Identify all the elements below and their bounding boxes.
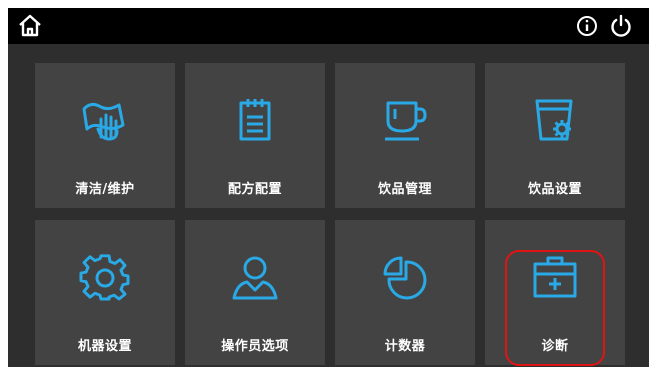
tile-label: 饮品管理 (377, 182, 432, 197)
tile-drink-management[interactable]: 饮品管理 (335, 63, 475, 208)
top-bar (8, 8, 649, 44)
info-icon[interactable] (574, 13, 600, 39)
power-icon[interactable] (608, 13, 634, 39)
tile-diagnostics[interactable]: 诊断 (485, 220, 625, 366)
tile-label: 操作员选项 (221, 339, 289, 354)
tile-drink-settings[interactable]: 饮品设置 (485, 63, 625, 208)
app-screen: 清洁/维护 配方配置 饮品管理 饮品设置 机器设置 操作员选项 计数器 诊断 (8, 8, 649, 367)
tile-machine-settings[interactable]: 机器设置 (35, 220, 175, 365)
tile-operator-options[interactable]: 操作员选项 (185, 220, 325, 365)
cup-gear-icon (529, 95, 581, 147)
home-icon[interactable] (17, 13, 43, 39)
cleaning-hand-icon (79, 95, 131, 147)
tile-label: 配方配置 (227, 182, 282, 197)
tile-recipe-config[interactable]: 配方配置 (185, 63, 325, 208)
user-icon (229, 252, 281, 304)
tile-label: 清洁/维护 (75, 182, 135, 197)
recipe-clipboard-icon (229, 95, 281, 147)
first-aid-kit-icon (529, 252, 581, 304)
tile-cleaning-maintenance[interactable]: 清洁/维护 (35, 63, 175, 208)
menu-grid: 清洁/维护 配方配置 饮品管理 饮品设置 机器设置 操作员选项 计数器 诊断 (35, 63, 625, 366)
tile-label: 诊断 (541, 339, 569, 354)
cup-icon (379, 95, 431, 147)
tile-label: 饮品设置 (527, 182, 582, 197)
tile-label: 机器设置 (77, 339, 132, 354)
gear-icon (79, 252, 131, 304)
pie-chart-icon (379, 252, 431, 304)
tile-counter[interactable]: 计数器 (335, 220, 475, 365)
tile-label: 计数器 (384, 339, 426, 354)
